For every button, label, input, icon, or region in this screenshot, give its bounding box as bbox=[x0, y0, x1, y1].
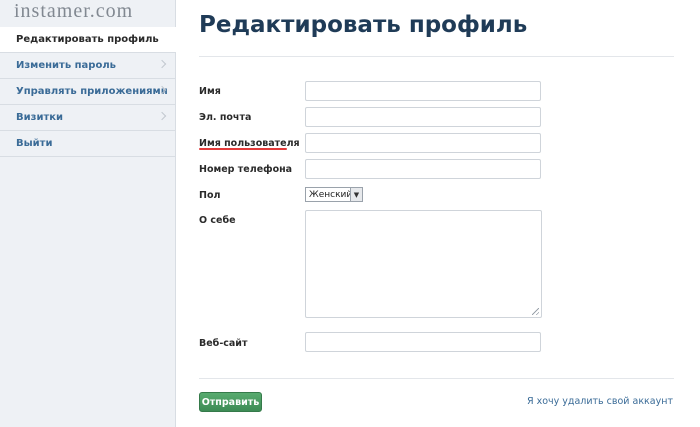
bio-textarea[interactable] bbox=[305, 210, 542, 318]
sidebar-item-change-password[interactable]: Изменить пароль bbox=[0, 53, 175, 79]
sidebar-item-manage-apps[interactable]: Управлять приложениями bbox=[0, 79, 175, 105]
sidebar-item-label: Визитки bbox=[16, 112, 64, 123]
delete-account-link[interactable]: Я хочу удалить свой аккаунт bbox=[527, 396, 673, 407]
gender-label: Пол bbox=[199, 190, 221, 201]
chevron-right-icon bbox=[157, 59, 167, 69]
gender-select-value: Женский bbox=[309, 189, 353, 200]
divider bbox=[199, 378, 674, 379]
phone-input[interactable] bbox=[305, 159, 541, 179]
sidebar: instamer.com Редактировать профиль Измен… bbox=[0, 0, 176, 427]
sidebar-item-label: Редактировать профиль bbox=[16, 34, 159, 45]
spellcheck-underline bbox=[199, 148, 287, 150]
sidebar-item-label: Выйти bbox=[16, 138, 53, 149]
email-label: Эл. почта bbox=[199, 112, 252, 123]
chevron-down-icon[interactable]: ▼ bbox=[350, 188, 362, 201]
website-label: Веб-сайт bbox=[199, 338, 248, 349]
username-input[interactable] bbox=[305, 133, 541, 153]
sidebar-item-business-cards[interactable]: Визитки bbox=[0, 105, 175, 131]
phone-label: Номер телефона bbox=[199, 164, 293, 175]
gender-select[interactable]: Женский ▼ bbox=[305, 187, 363, 202]
sidebar-item-logout[interactable]: Выйти bbox=[0, 131, 175, 157]
submit-button[interactable]: Отправить bbox=[199, 392, 262, 412]
website-input[interactable] bbox=[305, 332, 541, 352]
page-title: Редактировать профиль bbox=[199, 12, 528, 38]
watermark: instamer.com bbox=[14, 0, 134, 22]
sidebar-item-label: Изменить пароль bbox=[16, 60, 116, 71]
name-label: Имя bbox=[199, 86, 221, 97]
divider bbox=[199, 56, 674, 57]
bio-label: О себе bbox=[199, 215, 236, 226]
name-input[interactable] bbox=[305, 81, 541, 101]
chevron-right-icon bbox=[157, 111, 167, 121]
sidebar-item-label: Управлять приложениями bbox=[16, 86, 168, 97]
sidebar-item-edit-profile[interactable]: Редактировать профиль bbox=[0, 27, 176, 53]
resize-grip-icon[interactable] bbox=[532, 308, 539, 315]
email-input[interactable] bbox=[305, 107, 541, 127]
